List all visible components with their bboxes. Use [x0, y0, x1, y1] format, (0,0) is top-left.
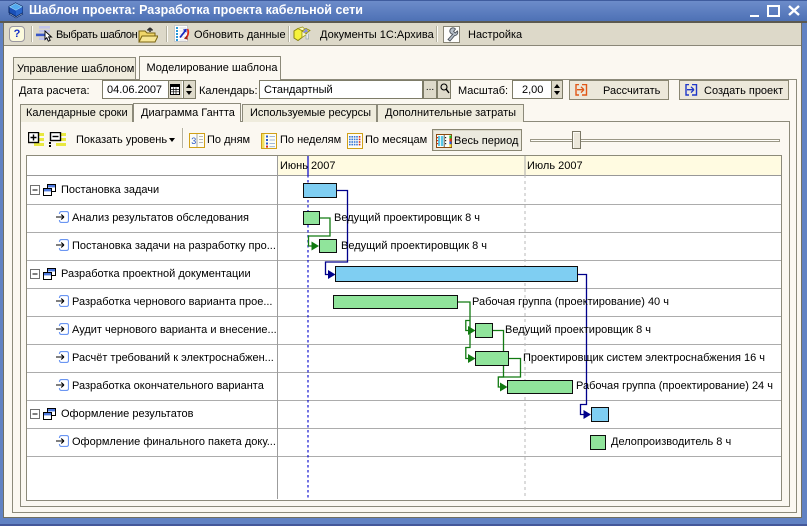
svg-text:3: 3: [191, 136, 196, 146]
